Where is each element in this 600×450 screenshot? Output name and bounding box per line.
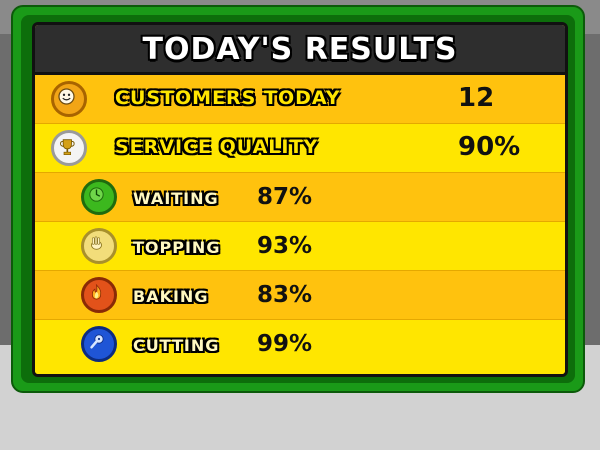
page-title: TODAY'S RESULTS <box>142 32 458 67</box>
station-value-waiting: 87% <box>257 184 313 210</box>
pizza-cutter-icon <box>81 326 117 362</box>
service-quality-value: 90% <box>458 132 521 162</box>
flame-icon <box>81 277 117 313</box>
station-row-cutting: CUTTING 99% <box>35 320 565 374</box>
station-row-topping: TOPPING 93% <box>35 222 565 271</box>
customers-value: 12 <box>458 83 495 113</box>
station-value-topping: 93% <box>257 233 313 259</box>
clock-icon <box>81 179 117 215</box>
station-label-baking: BAKING <box>133 287 209 306</box>
trophy-icon <box>51 130 87 166</box>
station-value-cutting: 99% <box>257 331 313 357</box>
hand-icon <box>81 228 117 264</box>
station-row-waiting: WAITING 87% <box>35 173 565 222</box>
station-label-topping: TOPPING <box>133 238 221 257</box>
service-quality-row: SERVICE QUALITY 90% <box>35 124 565 173</box>
smiley-face-icon <box>51 81 87 117</box>
customers-row: CUSTOMERS TODAY 12 <box>35 75 565 124</box>
station-label-cutting: CUTTING <box>133 336 220 355</box>
service-quality-label: SERVICE QUALITY <box>115 136 319 158</box>
customers-label: CUSTOMERS TODAY <box>115 87 341 109</box>
results-board: TODAY'S RESULTS CUSTOMERS TODAY 12 SERVI… <box>32 22 568 377</box>
results-header: TODAY'S RESULTS <box>35 25 565 75</box>
station-row-baking: BAKING 83% <box>35 271 565 320</box>
station-value-baking: 83% <box>257 282 313 308</box>
station-label-waiting: WAITING <box>133 189 219 208</box>
